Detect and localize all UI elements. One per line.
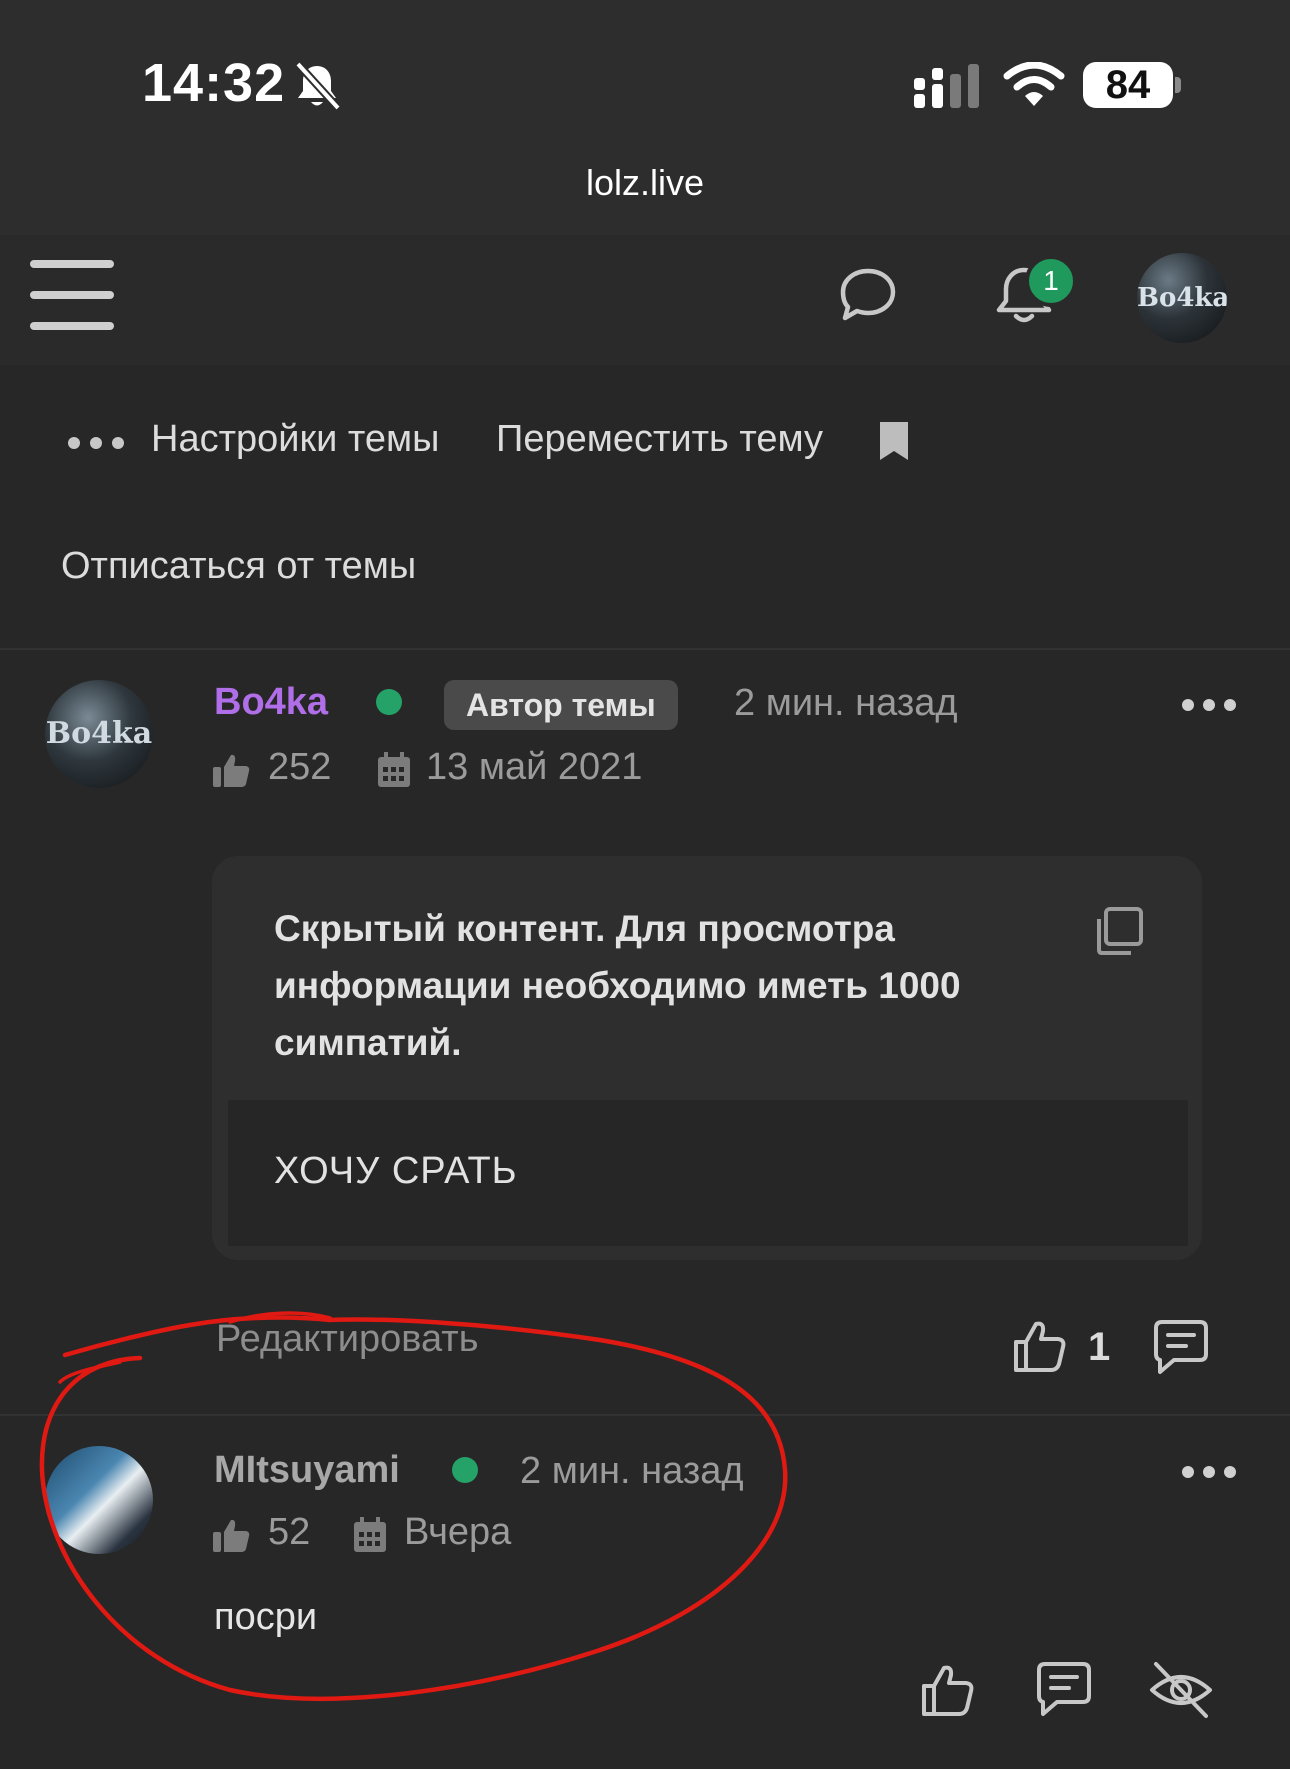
copy-icon[interactable] [1094,906,1144,956]
post-time[interactable]: 2 мин. назад [520,1450,744,1493]
user-avatar[interactable]: Bo4ka [1137,253,1227,343]
unsubscribe-link[interactable]: Отписаться от темы [61,545,416,588]
edit-post-link[interactable]: Редактировать [216,1318,479,1361]
post-message: посри [214,1596,318,1638]
site-header [0,235,1290,365]
likes-count: 1 [1088,1325,1111,1369]
move-thread-link[interactable]: Переместить тему [496,418,823,461]
notifications-badge: 1 [1025,255,1077,307]
likes-icon [213,754,250,787]
like-icon[interactable] [1012,1318,1068,1374]
likes-icon [213,1519,250,1552]
hidden-content-text: ХОЧУ СРАТЬ [274,1150,518,1192]
author-likes-count: 52 [268,1511,311,1553]
post-more-icon[interactable] [1182,1465,1245,1483]
browser-url[interactable]: lolz.live [0,162,1290,204]
post-author-name[interactable]: MItsuyami [214,1449,400,1492]
avatar-logo-text: Bo4ka [45,716,153,751]
author-registration-date: 13 май 2021 [426,746,643,788]
post-more-icon[interactable] [1182,698,1245,716]
divider [0,648,1290,650]
thread-more-icon[interactable] [68,436,134,454]
bookmark-icon[interactable] [878,420,910,462]
hamburger-menu-icon[interactable] [30,260,114,332]
post-author-name[interactable]: Bo4ka [214,681,328,724]
chat-bubble-icon[interactable] [838,266,898,324]
author-registration-date: Вчера [404,1511,512,1553]
battery-cap [1175,77,1181,93]
cellular-signal-icon [914,64,979,108]
thread-settings-link[interactable]: Настройки темы [151,418,439,461]
divider [0,1414,1290,1416]
battery-level: 84 [1105,63,1151,107]
calendar-icon [378,752,410,787]
reply-comment-icon[interactable] [1152,1318,1210,1376]
status-time: 14:32 [142,53,286,113]
author-likes-count: 252 [268,746,332,788]
online-indicator [452,1457,478,1483]
bell-off-icon [295,61,341,111]
thread-author-badge: Автор темы [444,680,678,730]
calendar-icon [354,1517,386,1552]
wifi-icon [1003,62,1065,106]
reply-comment-icon[interactable] [1035,1660,1093,1718]
avatar-logo-text: Bo4ka [1137,283,1227,313]
hidden-content-title: Скрытый контент. Для просмотра информаци… [274,908,961,1063]
post-time[interactable]: 2 мин. назад [734,682,958,725]
online-indicator [376,689,402,715]
hide-eye-off-icon[interactable] [1148,1660,1214,1720]
post-author-avatar[interactable] [45,1446,153,1554]
like-icon[interactable] [920,1662,976,1718]
post-author-avatar[interactable]: Bo4ka [45,680,153,788]
